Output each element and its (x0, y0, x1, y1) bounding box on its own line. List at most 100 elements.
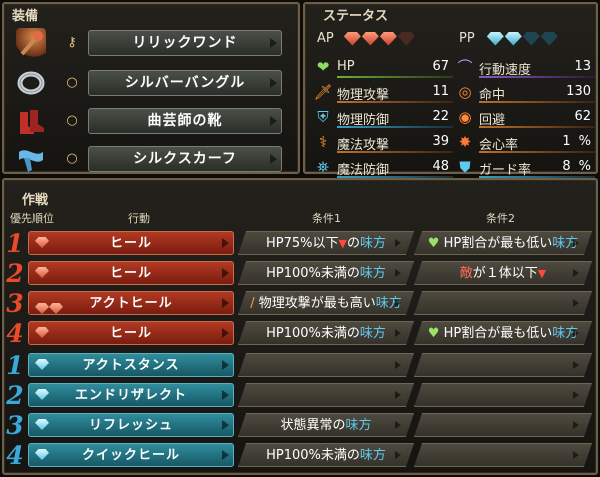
condition-1[interactable]: HP100%未満の味方 (238, 261, 414, 285)
stat-underline (337, 126, 453, 128)
ap-gem-icon (343, 31, 361, 46)
ring-icon: ○ (66, 151, 78, 166)
heart-icon: ♥ (427, 326, 444, 341)
condition-2[interactable]: 敵が１体以下▼ (414, 261, 592, 285)
sword-icon: / (250, 296, 259, 311)
action-button[interactable]: アクトスタンス (28, 353, 234, 377)
condition-2[interactable] (414, 443, 592, 467)
ap-gem-icon (35, 237, 49, 248)
boots-icon (16, 106, 46, 136)
pp-gem-icon (35, 389, 49, 400)
pp-gem-empty-icon (540, 31, 558, 46)
stat-value: 22 (432, 109, 449, 124)
condition-1[interactable]: / 物理攻撃が最も高い味方 (238, 291, 414, 315)
action-button[interactable]: アクトヒール (28, 291, 234, 315)
key-icon: ⚷ (67, 35, 77, 50)
guard-icon: ⛊ (459, 158, 471, 176)
pp-gem-empty-icon (522, 31, 540, 46)
armor-icon: ⛨ (317, 108, 329, 126)
equipment-slot-accessory-2[interactable]: ○ 曲芸師の靴 (12, 104, 294, 138)
tactic-row[interactable]: 1 アクトスタンス (4, 352, 592, 379)
tactic-row[interactable]: 3 リフレッシュ 状態異常の味方 (4, 412, 592, 439)
condition-1[interactable] (238, 353, 414, 377)
bangle-icon (16, 68, 46, 98)
condition-1[interactable]: 状態異常の味方 (238, 413, 414, 437)
equipment-slot-accessory-1[interactable]: ○ シルバーバングル (12, 66, 294, 100)
stat-value: 67 (432, 59, 449, 74)
heart-icon: ♥ (427, 236, 444, 251)
action-button[interactable]: エンドリザレクト (28, 383, 234, 407)
equipment-name[interactable]: シルクスカーフ (88, 146, 282, 172)
stat-magic-attack: ⚕ 魔法攻撃 39 (313, 131, 453, 153)
ap-gem-icon (379, 31, 397, 46)
pp-gem-icon (504, 31, 522, 46)
pp-gem-icon (35, 359, 49, 370)
condition-1[interactable] (238, 383, 414, 407)
stat-underline (479, 126, 595, 128)
priority-number: 4 (6, 319, 24, 348)
condition-1[interactable]: HP100%未満の味方 (238, 443, 414, 467)
stat-value: 39 (432, 134, 449, 149)
stat-value: 130 (566, 84, 591, 99)
condition-1[interactable]: HP100%未満の味方 (238, 321, 414, 345)
tactic-row[interactable]: 3 アクトヒール / 物理攻撃が最も高い味方 (4, 290, 592, 317)
action-button[interactable]: ヒール (28, 261, 234, 285)
pp-gem-icon (35, 419, 49, 430)
speed-icon: ⌒ (457, 58, 473, 76)
priority-number: 2 (6, 259, 24, 288)
stat-guard: ⛊ ガード率 8% (455, 156, 595, 178)
priority-number: 2 (6, 381, 24, 410)
action-button[interactable]: リフレッシュ (28, 413, 234, 437)
priority-number: 1 (6, 351, 24, 380)
equipment-slot-accessory-3[interactable]: ○ シルクスカーフ (12, 142, 294, 176)
ap-gems (343, 31, 416, 46)
col-action-header: 行動 (128, 212, 150, 225)
stat-underline (479, 151, 595, 153)
equipment-name[interactable]: 曲芸師の靴 (88, 108, 282, 134)
ap-gem-icon (49, 303, 63, 314)
stat-underline (479, 101, 595, 103)
ap-gem-icon (35, 327, 49, 338)
sword-icon: 🗡 (313, 83, 333, 101)
heart-icon: ❤ (316, 58, 330, 76)
wand-icon (16, 28, 46, 58)
action-button[interactable]: ヒール (28, 231, 234, 255)
stat-underline (337, 76, 453, 78)
pp-label: PP (459, 31, 475, 46)
stat-value: 48 (432, 159, 449, 174)
ap-gem-icon (361, 31, 379, 46)
ap-gem-icon (35, 267, 49, 278)
tactic-row[interactable]: 4 ヒール HP100%未満の味方 ♥ HP割合が最も低い味方 (4, 320, 592, 347)
equipment-slot-weapon[interactable]: ⚷ リリックワンド (12, 26, 294, 60)
condition-2[interactable] (414, 291, 592, 315)
action-button[interactable]: クイックヒール (28, 443, 234, 467)
stat-evasion: ◉ 回避 62 (455, 106, 595, 128)
condition-2[interactable] (414, 383, 592, 407)
col-cond2-header: 条件2 (486, 212, 515, 225)
stat-value: 13 (574, 59, 591, 74)
stat-magic-defense: ⛯ 魔法防御 48 (313, 156, 453, 178)
stat-accuracy: ◎ 命中 130 (455, 81, 595, 103)
tactic-row[interactable]: 2 ヒール HP100%未満の味方 敵が１体以下▼ (4, 260, 592, 287)
stat-value: 62 (574, 109, 591, 124)
stat-underline (479, 76, 595, 78)
tactic-row[interactable]: 1 ヒール HP75%以下▼の味方 ♥ HP割合が最も低い味方 (4, 230, 592, 257)
tactic-row[interactable]: 2 エンドリザレクト (4, 382, 592, 409)
equipment-name[interactable]: シルバーバングル (88, 70, 282, 96)
equipment-name[interactable]: リリックワンド (88, 30, 282, 56)
equipment-panel: 装備 ⚷ リリックワンド ○ シルバーバングル ○ 曲芸師の靴 ○ シルクスカー… (2, 2, 300, 174)
action-button[interactable]: ヒール (28, 321, 234, 345)
condition-1[interactable]: HP75%以下▼の味方 (238, 231, 414, 255)
priority-number: 3 (6, 289, 24, 318)
tactics-title: 作戦 (22, 193, 49, 208)
condition-2[interactable] (414, 353, 592, 377)
condition-2[interactable]: ♥ HP割合が最も低い味方 (414, 321, 592, 345)
tactic-row[interactable]: 4 クイックヒール HP100%未満の味方 (4, 442, 592, 469)
equipment-title: 装備 (12, 9, 39, 24)
status-title: ステータス (323, 9, 389, 24)
evade-icon: ◉ (458, 108, 472, 126)
stat-critical: ✸ 会心率 1% (455, 131, 595, 153)
ap-gems (35, 297, 63, 320)
condition-2[interactable]: ♥ HP割合が最も低い味方 (414, 231, 592, 255)
condition-2[interactable] (414, 413, 592, 437)
